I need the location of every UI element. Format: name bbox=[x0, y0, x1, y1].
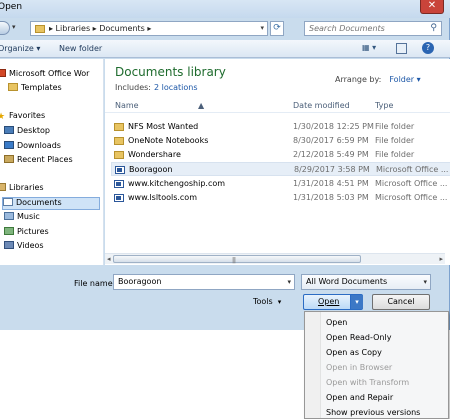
chevron-down-icon[interactable]: ▾ bbox=[423, 278, 427, 286]
table-row[interactable]: Wondershare 2/12/2018 5:49 PM File folder bbox=[111, 148, 450, 162]
downloads-icon bbox=[4, 141, 14, 149]
documents-icon bbox=[3, 198, 13, 206]
nav-item-music[interactable]: Music bbox=[4, 212, 40, 225]
column-name[interactable]: Name bbox=[115, 101, 139, 110]
command-bar: Organize ▾ New folder ▦ ▾ ? bbox=[0, 40, 450, 58]
file-list-pane: Documents library Includes: 2 locations A… bbox=[105, 59, 450, 265]
search-box[interactable]: ⚲ bbox=[304, 21, 442, 36]
menu-item-open-read-only[interactable]: Open Read-Only bbox=[326, 333, 391, 342]
menu-gutter bbox=[305, 312, 321, 418]
file-name-label: File name: bbox=[74, 279, 116, 288]
breadcrumb[interactable]: ▸ Libraries ▸ Documents ▸ bbox=[49, 24, 151, 33]
scroll-left-icon[interactable]: ◂ bbox=[107, 255, 111, 263]
file-name-field[interactable]: Booragoon ▾ bbox=[113, 274, 295, 290]
help-button[interactable]: ? bbox=[422, 42, 434, 54]
word-document-icon bbox=[115, 166, 125, 174]
nav-item-libraries[interactable]: Libraries bbox=[0, 183, 44, 196]
organize-button[interactable]: Organize ▾ bbox=[0, 44, 40, 53]
cancel-button[interactable]: Cancel bbox=[372, 294, 430, 310]
scrollbar-thumb[interactable]: ||| bbox=[113, 255, 361, 264]
folder-icon bbox=[35, 25, 45, 33]
menu-item-open-and-repair[interactable]: Open and Repair bbox=[326, 393, 393, 402]
word-document-icon bbox=[114, 194, 124, 202]
nav-item-documents[interactable]: Documents bbox=[2, 197, 100, 210]
locations-link[interactable]: 2 locations bbox=[154, 83, 198, 92]
chevron-down-icon[interactable]: ▾ bbox=[287, 278, 291, 286]
column-type[interactable]: Type bbox=[375, 101, 393, 110]
nav-item-desktop[interactable]: Desktop bbox=[4, 126, 50, 139]
music-icon bbox=[4, 212, 14, 220]
library-includes: Includes: 2 locations bbox=[115, 83, 198, 92]
menu-item-show-previous-versions[interactable]: Show previous versions bbox=[326, 408, 420, 417]
file-name-value[interactable]: Booragoon bbox=[118, 277, 161, 286]
open-options-dropdown[interactable]: ▾ bbox=[350, 295, 363, 309]
nav-item-downloads[interactable]: Downloads bbox=[4, 141, 61, 154]
open-button[interactable]: Open ▾ bbox=[303, 294, 363, 310]
navigation-pane: Microsoft Office Wor Templates ★ Favorite… bbox=[0, 59, 104, 265]
star-icon: ★ bbox=[0, 112, 6, 122]
tools-button[interactable]: Tools ▾ bbox=[253, 297, 281, 306]
new-folder-button[interactable]: New folder bbox=[59, 44, 102, 53]
table-row[interactable]: OneNote Notebooks 8/30/2017 6:59 PM File f… bbox=[111, 134, 450, 148]
refresh-button[interactable]: ⟳ bbox=[270, 21, 284, 36]
nav-item-recent-places[interactable]: Recent Places bbox=[4, 155, 73, 168]
folder-icon bbox=[114, 137, 124, 145]
recent-pages-dropdown[interactable]: ▾ bbox=[12, 23, 16, 31]
horizontal-scrollbar[interactable]: ◂ ||| ▸ bbox=[105, 253, 445, 264]
nav-item-office[interactable]: Microsoft Office Wor bbox=[0, 69, 89, 82]
table-row[interactable]: www.kitchengoship.com 1/31/2018 4:51 PM Mi… bbox=[111, 177, 450, 191]
address-bar[interactable]: ▸ Libraries ▸ Documents ▸ ▾ bbox=[30, 21, 268, 36]
library-title: Documents library bbox=[115, 65, 226, 79]
address-row: ▾ ▸ Libraries ▸ Documents ▸ ▾ ⟳ ⚲ bbox=[0, 18, 450, 38]
close-button[interactable]: ✕ bbox=[420, 0, 444, 14]
scroll-right-icon[interactable]: ▸ bbox=[439, 255, 443, 263]
nav-item-videos[interactable]: Videos bbox=[4, 241, 44, 254]
videos-icon bbox=[4, 241, 14, 249]
grip-icon: ||| bbox=[232, 257, 236, 264]
recent-places-icon bbox=[4, 155, 14, 163]
chevron-down-icon[interactable]: ▾ bbox=[260, 24, 264, 32]
nav-item-templates[interactable]: Templates bbox=[8, 83, 62, 96]
nav-item-favorites[interactable]: ★ Favorites bbox=[0, 111, 45, 124]
menu-item-open-as-copy[interactable]: Open as Copy bbox=[326, 348, 382, 357]
window-title: Open bbox=[0, 2, 23, 12]
chevron-down-icon: ▾ bbox=[277, 298, 282, 306]
arrange-by: Arrange by: Folder ▾ bbox=[335, 75, 421, 84]
table-row-selected[interactable]: Booragoon 8/29/2017 3:58 PM Microsoft Offi… bbox=[111, 162, 450, 176]
arrange-by-dropdown[interactable]: Folder ▾ bbox=[389, 75, 420, 84]
column-headers: ▲ Name Date modified Type bbox=[105, 99, 450, 113]
open-button-label: Open bbox=[318, 297, 340, 306]
office-icon bbox=[0, 69, 6, 77]
pictures-icon bbox=[4, 227, 14, 235]
file-type-select[interactable]: All Word Documents ▾ bbox=[301, 274, 431, 290]
sort-arrow-icon: ▲ bbox=[198, 101, 205, 110]
open-dialog: Open ✕ ▾ ▸ Libraries ▸ Documents ▸ ▾ ⟳ ⚲… bbox=[0, 0, 450, 330]
desktop-icon bbox=[4, 126, 14, 134]
folder-icon bbox=[114, 151, 124, 159]
nav-item-pictures[interactable]: Pictures bbox=[4, 227, 49, 240]
back-forward-button[interactable] bbox=[0, 21, 10, 35]
folder-icon bbox=[8, 83, 18, 91]
file-type-value: All Word Documents bbox=[306, 277, 388, 286]
preview-pane-button[interactable] bbox=[396, 43, 407, 54]
search-input[interactable] bbox=[309, 23, 419, 34]
change-view-button[interactable]: ▦ ▾ bbox=[362, 43, 384, 54]
title-bar: Open ✕ bbox=[0, 0, 450, 18]
word-document-icon bbox=[114, 180, 124, 188]
menu-item-open[interactable]: Open bbox=[326, 318, 347, 327]
search-icon[interactable]: ⚲ bbox=[430, 23, 437, 33]
table-row[interactable]: www.lsltools.com 1/31/2018 5:03 PM Microso… bbox=[111, 191, 450, 205]
menu-item-open-with-transform: Open with Transform bbox=[326, 378, 410, 387]
column-date-modified[interactable]: Date modified bbox=[293, 101, 350, 110]
folder-icon bbox=[114, 123, 124, 131]
open-options-menu: Open Open Read-Only Open as Copy Open in… bbox=[304, 311, 449, 419]
libraries-icon bbox=[0, 183, 6, 191]
menu-item-open-in-browser: Open in Browser bbox=[326, 363, 393, 372]
table-row[interactable]: NFS Most Wanted 1/30/2018 12:25 PM File fo… bbox=[111, 120, 450, 134]
